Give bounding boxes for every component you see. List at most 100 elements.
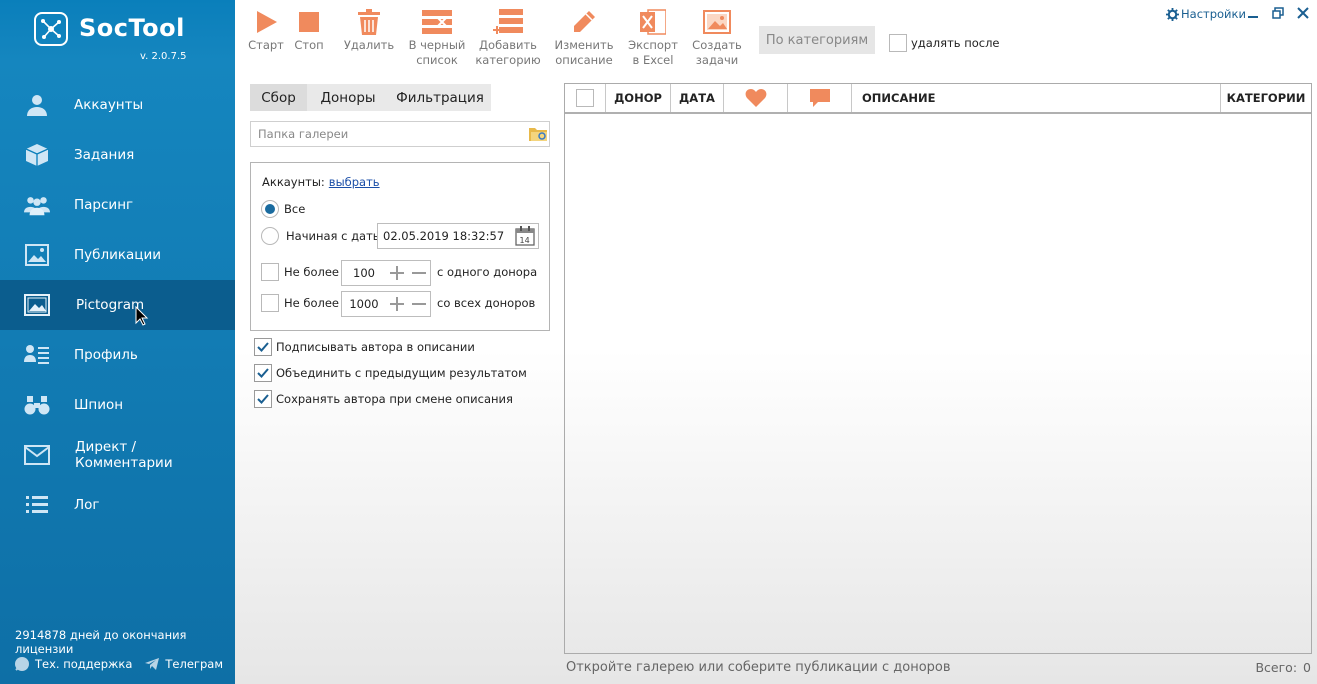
sidebar-item-accounts[interactable]: Аккаунты <box>0 80 235 130</box>
stop-button[interactable]: Стоп <box>294 6 324 53</box>
select-all-checkbox[interactable] <box>576 89 594 107</box>
limit-all-donors-checkbox[interactable] <box>261 294 279 312</box>
support-label: Тех. поддержка <box>35 657 133 671</box>
create-tasks-icon <box>703 6 731 38</box>
gear-icon <box>1166 7 1179 21</box>
limit-all-donors-stepper[interactable]: 1000 <box>341 291 431 317</box>
binoculars-icon <box>24 392 50 418</box>
keep-author-option[interactable]: Сохранять автора при смене описания <box>250 390 513 408</box>
sign-author-option[interactable]: Подписывать автора в описании <box>250 338 475 356</box>
delete-after-option[interactable]: удалять после <box>885 34 1000 52</box>
decrement-button[interactable] <box>408 262 430 284</box>
users-icon <box>24 192 50 218</box>
delete-after-checkbox[interactable] <box>889 34 907 52</box>
sidebar-item-label: Задания <box>74 147 135 163</box>
edit-description-button[interactable]: Изменить описание <box>554 6 614 68</box>
sign-author-label: Подписывать автора в описании <box>276 340 475 354</box>
chat-bubble-icon <box>15 657 29 671</box>
sidebar-item-spy[interactable]: Шпион <box>0 380 235 430</box>
limit-all-donors-label: Не более <box>284 296 340 310</box>
folder-icon[interactable] <box>528 126 548 142</box>
tab-collect[interactable]: Сбор <box>250 84 307 111</box>
add-category-button[interactable]: Добавить категорию <box>475 6 541 68</box>
limit-all-donors-suffix: со всех доноров <box>437 296 536 310</box>
app-logo: SocTool <box>34 12 194 52</box>
comment-icon <box>809 89 830 107</box>
column-donor[interactable]: ДОНОР <box>606 84 671 112</box>
sidebar-item-publications[interactable]: Публикации <box>0 230 235 280</box>
select-accounts-link[interactable]: выбрать <box>329 175 380 189</box>
total-count: Всего: 0 <box>1249 660 1311 675</box>
sidebar-item-tasks[interactable]: Задания <box>0 130 235 180</box>
calendar-icon[interactable]: 14 <box>515 226 535 246</box>
sidebar-item-direct-comments[interactable]: Директ / Комментарии <box>0 430 235 480</box>
sidebar-item-label: Аккаунты <box>74 97 144 113</box>
box-icon <box>24 142 50 168</box>
plus-icon <box>390 297 404 311</box>
column-comments[interactable] <box>788 84 852 112</box>
limit-per-donor-stepper[interactable]: 100 <box>341 260 431 286</box>
panel-tabs: Сбор Доноры Фильтрация <box>250 84 491 111</box>
support-link[interactable]: Тех. поддержка <box>14 656 132 672</box>
restore-button[interactable] <box>1269 4 1287 22</box>
merge-results-checkbox[interactable] <box>254 364 272 382</box>
minimize-button[interactable] <box>1244 4 1262 22</box>
checkmark-icon <box>257 394 269 404</box>
column-likes[interactable] <box>724 84 788 112</box>
limit-all-donors-value[interactable]: 1000 <box>342 297 386 311</box>
sidebar-item-profile[interactable]: Профиль <box>0 330 235 380</box>
radio-all-label: Все <box>284 202 306 216</box>
column-description[interactable]: ОПИСАНИЕ <box>852 84 1221 112</box>
by-categories-button[interactable]: По категориям <box>759 26 875 54</box>
stop-label: Стоп <box>294 38 324 52</box>
sidebar-item-log[interactable]: Лог <box>0 480 235 530</box>
radio-all[interactable] <box>261 200 279 218</box>
sidebar-item-parsing[interactable]: Парсинг <box>0 180 235 230</box>
keep-author-checkbox[interactable] <box>254 390 272 408</box>
increment-button[interactable] <box>386 262 408 284</box>
pencil-icon <box>571 6 597 38</box>
delete-label: Удалить <box>343 38 395 52</box>
sidebar-item-pictogram[interactable]: Pictogram <box>0 280 235 330</box>
mouse-cursor-icon <box>135 306 149 326</box>
telegram-link[interactable]: Телеграм <box>144 657 223 671</box>
tab-filtering[interactable]: Фильтрация <box>389 84 491 111</box>
status-message: Откройте галерею или соберите публикации… <box>566 660 951 675</box>
create-tasks-button[interactable]: Создать задачи <box>692 6 742 68</box>
increment-button[interactable] <box>386 293 408 315</box>
limit-per-donor-checkbox[interactable] <box>261 263 279 281</box>
date-input[interactable]: 02.05.2019 18:32:57 14 <box>377 223 539 249</box>
radio-from-date[interactable] <box>261 227 279 245</box>
merge-results-label: Объединить с предыдущим результатом <box>276 366 527 380</box>
export-label-1: Экспорт <box>628 38 678 52</box>
radio-from-date-option[interactable]: Начиная с даты: <box>261 227 386 245</box>
start-button[interactable]: Старт <box>248 6 284 53</box>
tab-donors[interactable]: Доноры <box>307 84 389 111</box>
merge-results-option[interactable]: Объединить с предыдущим результатом <box>250 364 527 382</box>
close-button[interactable] <box>1294 4 1312 22</box>
license-info: 2914878 дней до окончания лицензии <box>15 628 187 656</box>
plus-icon <box>390 266 404 280</box>
sign-author-checkbox[interactable] <box>254 338 272 356</box>
decrement-button[interactable] <box>408 293 430 315</box>
limit-all-donors-option[interactable]: Не более <box>261 294 339 312</box>
delete-after-label: удалять после <box>911 36 1000 50</box>
column-date[interactable]: ДАТА <box>671 84 724 112</box>
limit-per-donor-value[interactable]: 100 <box>342 266 386 280</box>
add-category-icon <box>493 6 523 38</box>
settings-button[interactable]: Настройки <box>1166 7 1246 21</box>
delete-button[interactable]: Удалить <box>344 6 394 53</box>
select-all-column[interactable] <box>565 84 606 112</box>
radio-all-option[interactable]: Все <box>261 200 305 218</box>
blacklist-button[interactable]: В черный список <box>407 6 467 68</box>
export-label-2: в Excel <box>632 53 674 67</box>
sidebar-item-label: Публикации <box>74 247 162 263</box>
sidebar-item-label: Шпион <box>74 397 124 413</box>
export-excel-button[interactable]: Экспорт в Excel <box>627 6 679 68</box>
accounts-group: Аккаунты: выбрать Все Начиная с даты: 02.… <box>250 162 550 331</box>
column-categories[interactable]: КАТЕГОРИИ <box>1221 84 1311 112</box>
table-header: ДОНОР ДАТА ОПИСАНИЕ КАТЕГОРИИ <box>565 84 1311 114</box>
limit-per-donor-option[interactable]: Не более <box>261 263 339 281</box>
gallery-folder-input[interactable]: Папка галереи <box>250 121 550 147</box>
publications-table[interactable]: ДОНОР ДАТА ОПИСАНИЕ КАТЕГОРИИ <box>564 83 1312 654</box>
